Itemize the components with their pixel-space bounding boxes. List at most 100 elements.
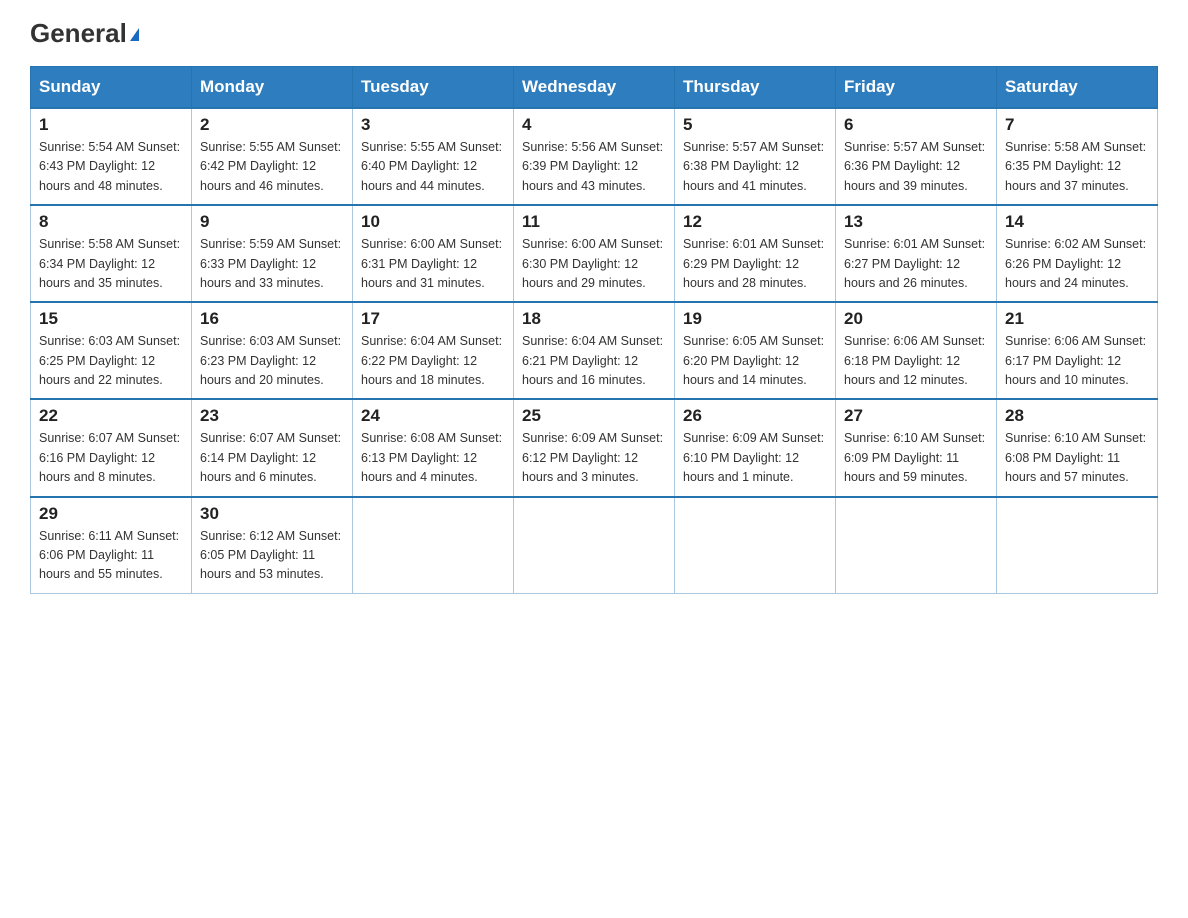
calendar-day-header: Saturday bbox=[997, 67, 1158, 109]
calendar-day-cell: 29 Sunrise: 6:11 AM Sunset: 6:06 PM Dayli… bbox=[31, 497, 192, 594]
calendar-day-header: Tuesday bbox=[353, 67, 514, 109]
calendar-day-cell bbox=[675, 497, 836, 594]
calendar-day-cell: 8 Sunrise: 5:58 AM Sunset: 6:34 PM Daylig… bbox=[31, 205, 192, 302]
day-number: 11 bbox=[522, 212, 666, 232]
day-info: Sunrise: 6:04 AM Sunset: 6:22 PM Dayligh… bbox=[361, 332, 505, 390]
day-number: 8 bbox=[39, 212, 183, 232]
day-info: Sunrise: 5:57 AM Sunset: 6:36 PM Dayligh… bbox=[844, 138, 988, 196]
day-info: Sunrise: 6:05 AM Sunset: 6:20 PM Dayligh… bbox=[683, 332, 827, 390]
day-info: Sunrise: 5:59 AM Sunset: 6:33 PM Dayligh… bbox=[200, 235, 344, 293]
day-info: Sunrise: 6:09 AM Sunset: 6:12 PM Dayligh… bbox=[522, 429, 666, 487]
day-info: Sunrise: 6:03 AM Sunset: 6:23 PM Dayligh… bbox=[200, 332, 344, 390]
calendar-day-cell: 27 Sunrise: 6:10 AM Sunset: 6:09 PM Dayli… bbox=[836, 399, 997, 496]
day-info: Sunrise: 6:11 AM Sunset: 6:06 PM Dayligh… bbox=[39, 527, 183, 585]
day-number: 21 bbox=[1005, 309, 1149, 329]
day-number: 22 bbox=[39, 406, 183, 426]
calendar-day-cell: 1 Sunrise: 5:54 AM Sunset: 6:43 PM Daylig… bbox=[31, 108, 192, 205]
day-info: Sunrise: 5:57 AM Sunset: 6:38 PM Dayligh… bbox=[683, 138, 827, 196]
day-info: Sunrise: 6:07 AM Sunset: 6:14 PM Dayligh… bbox=[200, 429, 344, 487]
day-info: Sunrise: 6:04 AM Sunset: 6:21 PM Dayligh… bbox=[522, 332, 666, 390]
calendar-week-row: 8 Sunrise: 5:58 AM Sunset: 6:34 PM Daylig… bbox=[31, 205, 1158, 302]
day-info: Sunrise: 6:03 AM Sunset: 6:25 PM Dayligh… bbox=[39, 332, 183, 390]
calendar-week-row: 1 Sunrise: 5:54 AM Sunset: 6:43 PM Daylig… bbox=[31, 108, 1158, 205]
calendar-day-cell: 19 Sunrise: 6:05 AM Sunset: 6:20 PM Dayli… bbox=[675, 302, 836, 399]
calendar-day-cell: 4Sunrise: 5:56 AM Sunset: 6:39 PM Daylig… bbox=[514, 108, 675, 205]
day-number: 19 bbox=[683, 309, 827, 329]
day-info: Sunrise: 6:01 AM Sunset: 6:27 PM Dayligh… bbox=[844, 235, 988, 293]
calendar-day-cell bbox=[353, 497, 514, 594]
calendar-day-cell: 14 Sunrise: 6:02 AM Sunset: 6:26 PM Dayli… bbox=[997, 205, 1158, 302]
calendar-day-cell: 2 Sunrise: 5:55 AM Sunset: 6:42 PM Daylig… bbox=[192, 108, 353, 205]
day-number: 2 bbox=[200, 115, 344, 135]
day-number: 27 bbox=[844, 406, 988, 426]
calendar-header-row: SundayMondayTuesdayWednesdayThursdayFrid… bbox=[31, 67, 1158, 109]
day-info: Sunrise: 6:06 AM Sunset: 6:18 PM Dayligh… bbox=[844, 332, 988, 390]
calendar-day-cell: 22 Sunrise: 6:07 AM Sunset: 6:16 PM Dayli… bbox=[31, 399, 192, 496]
page-header: General bbox=[30, 20, 1158, 46]
day-info: Sunrise: 6:02 AM Sunset: 6:26 PM Dayligh… bbox=[1005, 235, 1149, 293]
day-number: 26 bbox=[683, 406, 827, 426]
calendar-day-header: Thursday bbox=[675, 67, 836, 109]
day-number: 3 bbox=[361, 115, 505, 135]
day-number: 12 bbox=[683, 212, 827, 232]
calendar-day-cell: 20 Sunrise: 6:06 AM Sunset: 6:18 PM Dayli… bbox=[836, 302, 997, 399]
day-info: Sunrise: 5:55 AM Sunset: 6:42 PM Dayligh… bbox=[200, 138, 344, 196]
day-info: Sunrise: 6:07 AM Sunset: 6:16 PM Dayligh… bbox=[39, 429, 183, 487]
day-info: Sunrise: 5:56 AM Sunset: 6:39 PM Dayligh… bbox=[522, 138, 666, 196]
day-number: 9 bbox=[200, 212, 344, 232]
calendar-day-cell: 11 Sunrise: 6:00 AM Sunset: 6:30 PM Dayli… bbox=[514, 205, 675, 302]
day-info: Sunrise: 6:12 AM Sunset: 6:05 PM Dayligh… bbox=[200, 527, 344, 585]
calendar-day-cell: 5 Sunrise: 5:57 AM Sunset: 6:38 PM Daylig… bbox=[675, 108, 836, 205]
calendar-day-header: Wednesday bbox=[514, 67, 675, 109]
calendar-day-cell: 24 Sunrise: 6:08 AM Sunset: 6:13 PM Dayli… bbox=[353, 399, 514, 496]
day-number: 23 bbox=[200, 406, 344, 426]
day-number: 24 bbox=[361, 406, 505, 426]
day-number: 5 bbox=[683, 115, 827, 135]
day-info: Sunrise: 6:10 AM Sunset: 6:08 PM Dayligh… bbox=[1005, 429, 1149, 487]
day-number: 16 bbox=[200, 309, 344, 329]
calendar-week-row: 22 Sunrise: 6:07 AM Sunset: 6:16 PM Dayli… bbox=[31, 399, 1158, 496]
day-number: 25 bbox=[522, 406, 666, 426]
calendar-day-header: Sunday bbox=[31, 67, 192, 109]
day-info: Sunrise: 5:54 AM Sunset: 6:43 PM Dayligh… bbox=[39, 138, 183, 196]
day-number: 30 bbox=[200, 504, 344, 524]
calendar-day-cell: 15 Sunrise: 6:03 AM Sunset: 6:25 PM Dayli… bbox=[31, 302, 192, 399]
calendar-day-cell: 26 Sunrise: 6:09 AM Sunset: 6:10 PM Dayli… bbox=[675, 399, 836, 496]
calendar-day-header: Monday bbox=[192, 67, 353, 109]
calendar-day-cell: 17Sunrise: 6:04 AM Sunset: 6:22 PM Dayli… bbox=[353, 302, 514, 399]
day-info: Sunrise: 6:08 AM Sunset: 6:13 PM Dayligh… bbox=[361, 429, 505, 487]
calendar-day-cell: 12 Sunrise: 6:01 AM Sunset: 6:29 PM Dayli… bbox=[675, 205, 836, 302]
calendar-day-cell: 18Sunrise: 6:04 AM Sunset: 6:21 PM Dayli… bbox=[514, 302, 675, 399]
calendar-table: SundayMondayTuesdayWednesdayThursdayFrid… bbox=[30, 66, 1158, 594]
day-number: 6 bbox=[844, 115, 988, 135]
day-info: Sunrise: 6:01 AM Sunset: 6:29 PM Dayligh… bbox=[683, 235, 827, 293]
calendar-week-row: 15 Sunrise: 6:03 AM Sunset: 6:25 PM Dayli… bbox=[31, 302, 1158, 399]
calendar-day-cell: 9 Sunrise: 5:59 AM Sunset: 6:33 PM Daylig… bbox=[192, 205, 353, 302]
logo-line1: General bbox=[30, 20, 139, 46]
day-number: 15 bbox=[39, 309, 183, 329]
day-info: Sunrise: 5:58 AM Sunset: 6:34 PM Dayligh… bbox=[39, 235, 183, 293]
day-info: Sunrise: 6:00 AM Sunset: 6:30 PM Dayligh… bbox=[522, 235, 666, 293]
day-number: 20 bbox=[844, 309, 988, 329]
day-info: Sunrise: 6:09 AM Sunset: 6:10 PM Dayligh… bbox=[683, 429, 827, 487]
calendar-day-cell: 6 Sunrise: 5:57 AM Sunset: 6:36 PM Daylig… bbox=[836, 108, 997, 205]
day-number: 7 bbox=[1005, 115, 1149, 135]
calendar-day-cell bbox=[514, 497, 675, 594]
calendar-day-cell: 28 Sunrise: 6:10 AM Sunset: 6:08 PM Dayli… bbox=[997, 399, 1158, 496]
logo: General bbox=[30, 20, 139, 46]
day-number: 10 bbox=[361, 212, 505, 232]
calendar-day-cell: 23 Sunrise: 6:07 AM Sunset: 6:14 PM Dayli… bbox=[192, 399, 353, 496]
calendar-week-row: 29 Sunrise: 6:11 AM Sunset: 6:06 PM Dayli… bbox=[31, 497, 1158, 594]
day-number: 29 bbox=[39, 504, 183, 524]
calendar-day-cell: 30 Sunrise: 6:12 AM Sunset: 6:05 PM Dayli… bbox=[192, 497, 353, 594]
day-number: 1 bbox=[39, 115, 183, 135]
calendar-day-cell: 3 Sunrise: 5:55 AM Sunset: 6:40 PM Daylig… bbox=[353, 108, 514, 205]
day-info: Sunrise: 5:55 AM Sunset: 6:40 PM Dayligh… bbox=[361, 138, 505, 196]
day-number: 14 bbox=[1005, 212, 1149, 232]
calendar-day-cell: 7Sunrise: 5:58 AM Sunset: 6:35 PM Daylig… bbox=[997, 108, 1158, 205]
calendar-day-header: Friday bbox=[836, 67, 997, 109]
day-info: Sunrise: 6:00 AM Sunset: 6:31 PM Dayligh… bbox=[361, 235, 505, 293]
day-info: Sunrise: 6:10 AM Sunset: 6:09 PM Dayligh… bbox=[844, 429, 988, 487]
calendar-day-cell: 16 Sunrise: 6:03 AM Sunset: 6:23 PM Dayli… bbox=[192, 302, 353, 399]
day-number: 28 bbox=[1005, 406, 1149, 426]
